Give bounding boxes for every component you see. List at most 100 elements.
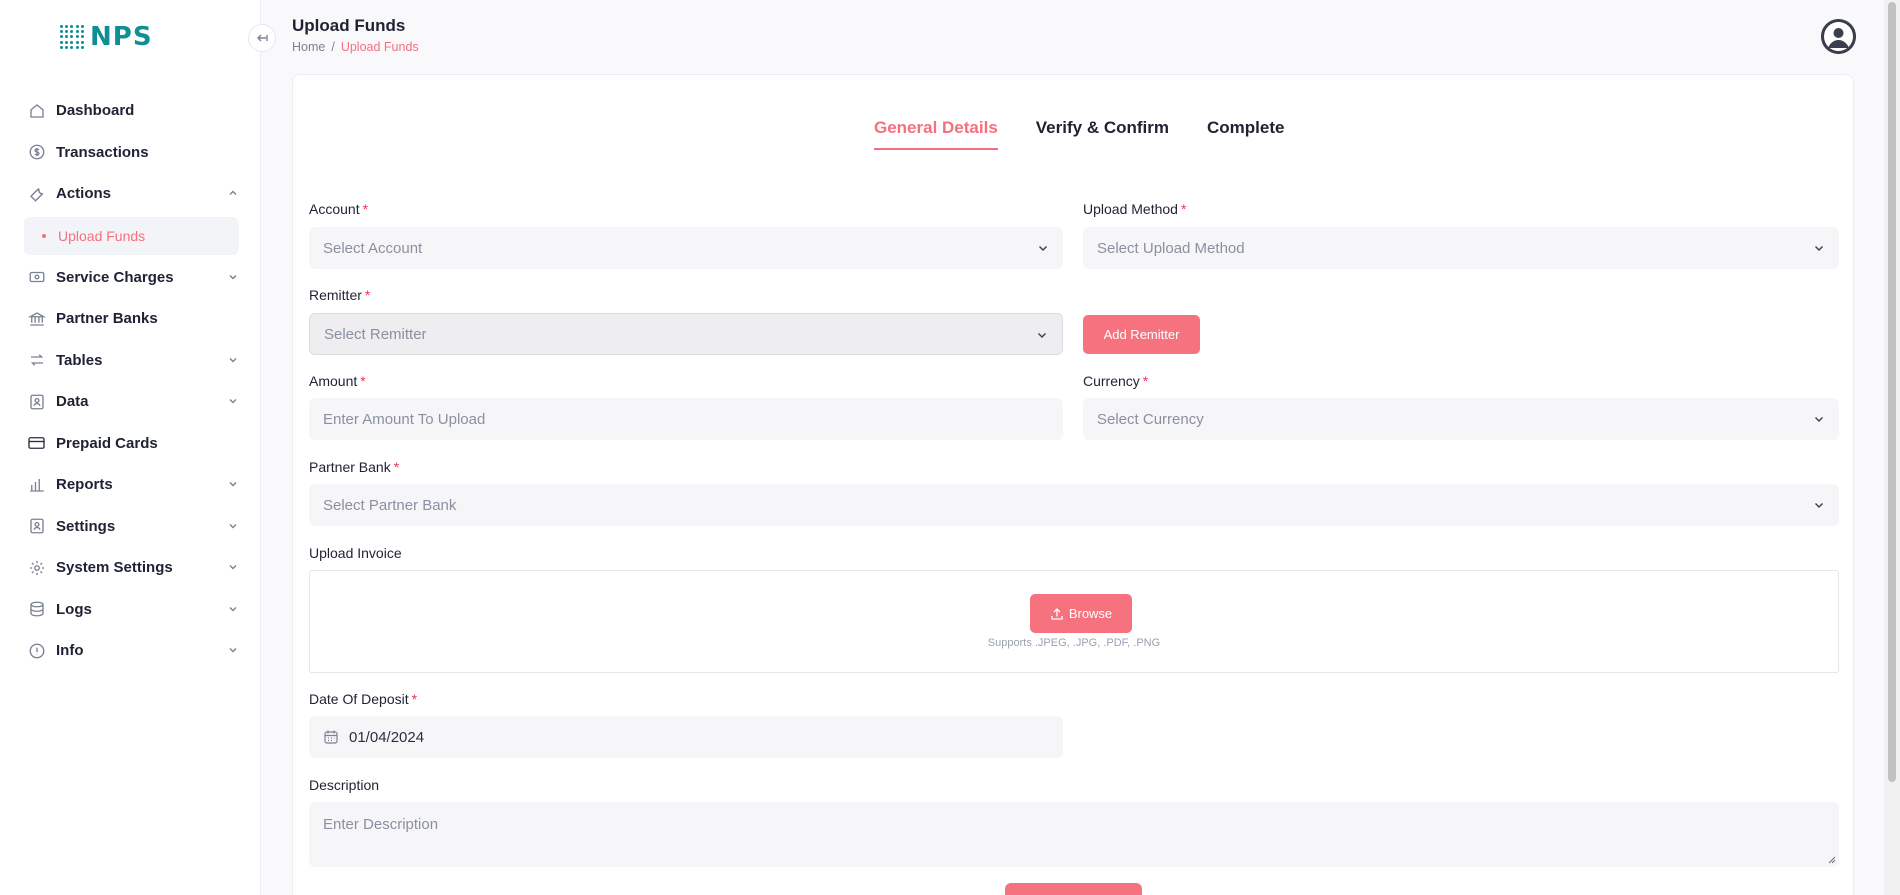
tab-verify-confirm[interactable]: Verify & Confirm <box>1036 118 1169 150</box>
tab-general-details[interactable]: General Details <box>874 118 998 150</box>
sidebar-item-settings[interactable]: Settings <box>0 506 261 548</box>
account-placeholder: Select Account <box>323 239 423 257</box>
sidebar-item-partner-banks[interactable]: Partner Banks <box>0 298 261 340</box>
breadcrumb-separator: / <box>331 40 335 54</box>
breadcrumb-current: Upload Funds <box>340 40 419 54</box>
bullet-icon <box>42 233 46 238</box>
chevron-down-icon <box>1815 417 1823 422</box>
sidebar: NPS Dashboard Transactions Actions Uploa… <box>0 0 261 895</box>
chevron-down-icon <box>229 274 237 279</box>
description-label: Description <box>309 777 380 793</box>
sidebar-item-info[interactable]: Info <box>0 630 261 672</box>
database-icon <box>27 600 46 619</box>
remitter-select[interactable]: Select Remitter <box>309 313 1063 355</box>
account-select[interactable]: Select Account <box>309 227 1063 269</box>
chevron-down-icon <box>1815 503 1823 508</box>
next-button[interactable] <box>1005 883 1142 895</box>
sidebar-item-label: Reports <box>56 476 113 494</box>
chevron-down-icon <box>229 648 237 653</box>
sidebar-subitem-label: Upload Funds <box>58 227 146 244</box>
date-of-deposit-input[interactable]: 01/04/2024 <box>309 716 1063 758</box>
chevron-down-icon <box>229 606 237 611</box>
sidebar-item-label: Settings <box>56 517 116 535</box>
sidebar-item-data[interactable]: Data <box>0 381 261 423</box>
sidebar-item-logs[interactable]: Logs <box>0 589 261 631</box>
amount-input[interactable]: Enter Amount To Upload <box>309 398 1063 440</box>
sidebar-item-label: Tables <box>56 351 103 369</box>
gear-icon <box>27 558 46 577</box>
sidebar-collapse-button[interactable] <box>248 24 276 52</box>
browse-label: Browse <box>1068 606 1113 621</box>
breadcrumb-home-link[interactable]: Home <box>292 40 325 54</box>
currency-placeholder: Select Currency <box>1097 410 1204 428</box>
remitter-placeholder: Select Remitter <box>324 325 427 343</box>
user-avatar[interactable] <box>1821 19 1856 54</box>
sidebar-item-label: Info <box>56 642 84 660</box>
chevron-down-icon <box>1038 333 1046 338</box>
partner-bank-select[interactable]: Select Partner Bank <box>309 484 1839 526</box>
arrow-left-icon <box>257 34 268 42</box>
sidebar-item-label: Dashboard <box>56 102 135 120</box>
description-placeholder: Enter Description <box>323 816 439 833</box>
wrench-icon <box>27 184 46 203</box>
sidebar-item-label: Prepaid Cards <box>56 434 158 452</box>
chevron-down-icon <box>229 523 237 528</box>
bar-chart-icon <box>27 475 46 494</box>
home-icon <box>27 101 46 120</box>
sidebar-subitem-upload-funds[interactable]: Upload Funds <box>24 216 239 255</box>
tab-complete[interactable]: Complete <box>1207 118 1284 150</box>
logo-text: NPS <box>90 22 153 52</box>
upload-dropzone[interactable]: Browse Supports .JPEG, .JPG, .PDF, .PNG <box>309 570 1839 673</box>
user-card-icon <box>27 517 46 536</box>
resize-handle-icon[interactable] <box>1828 856 1836 864</box>
date-of-deposit-value: 01/04/2024 <box>349 728 425 746</box>
sidebar-item-label: System Settings <box>56 559 173 577</box>
sidebar-item-transactions[interactable]: Transactions <box>0 132 261 174</box>
sidebar-nav: Dashboard Transactions Actions Upload Fu… <box>0 90 261 672</box>
sidebar-item-prepaid-cards[interactable]: Prepaid Cards <box>0 423 261 465</box>
upload-method-placeholder: Select Upload Method <box>1097 239 1245 257</box>
contact-card-icon <box>27 392 46 411</box>
credit-card-icon <box>27 434 46 453</box>
chevron-down-icon <box>1039 246 1047 251</box>
logo-dots-icon <box>60 25 84 49</box>
sidebar-item-system-settings[interactable]: System Settings <box>0 547 261 589</box>
upload-method-label: Upload Method * <box>1083 201 1187 217</box>
sidebar-item-actions[interactable]: Actions <box>0 173 261 215</box>
description-textarea[interactable]: Enter Description <box>309 802 1839 867</box>
sidebar-item-label: Transactions <box>56 143 149 161</box>
bank-icon <box>27 309 46 328</box>
amount-placeholder: Enter Amount To Upload <box>323 410 486 428</box>
nps-logo[interactable]: NPS <box>60 22 153 52</box>
dollar-circle-icon <box>27 143 46 162</box>
chevron-up-icon <box>229 190 237 195</box>
upload-invoice-label: Upload Invoice <box>309 545 402 561</box>
partner-bank-label: Partner Bank * <box>309 459 400 475</box>
supported-formats-text: Supports .JPEG, .JPG, .PDF, .PNG <box>987 637 1161 649</box>
sidebar-item-label: Logs <box>56 600 92 618</box>
chevron-down-icon <box>229 399 237 404</box>
sidebar-item-label: Service Charges <box>56 268 174 286</box>
sidebar-item-reports[interactable]: Reports <box>0 464 261 506</box>
date-of-deposit-label: Date Of Deposit * <box>309 691 418 707</box>
wizard-tabs: General Details Verify & Confirm Complet… <box>874 118 1284 150</box>
info-circle-icon <box>27 641 46 660</box>
sidebar-item-service-charges[interactable]: Service Charges <box>0 257 261 299</box>
chevron-down-icon <box>229 482 237 487</box>
account-label: Account * <box>309 201 369 217</box>
sidebar-item-dashboard[interactable]: Dashboard <box>0 90 261 132</box>
user-icon <box>1821 19 1856 54</box>
sidebar-item-label: Partner Banks <box>56 310 158 328</box>
browse-button[interactable]: Browse <box>1030 594 1132 633</box>
sidebar-item-label: Data <box>56 393 89 411</box>
page-title: Upload Funds <box>292 16 406 35</box>
add-remitter-button[interactable]: Add Remitter <box>1083 315 1200 354</box>
scrollbar-thumb[interactable] <box>1888 2 1896 782</box>
upload-icon <box>1051 607 1063 620</box>
page-scrollbar[interactable] <box>1884 0 1900 895</box>
cash-icon <box>27 268 46 287</box>
currency-select[interactable]: Select Currency <box>1083 398 1839 440</box>
sidebar-item-tables[interactable]: Tables <box>0 340 261 382</box>
upload-method-select[interactable]: Select Upload Method <box>1083 227 1839 269</box>
currency-label: Currency * <box>1083 373 1149 389</box>
